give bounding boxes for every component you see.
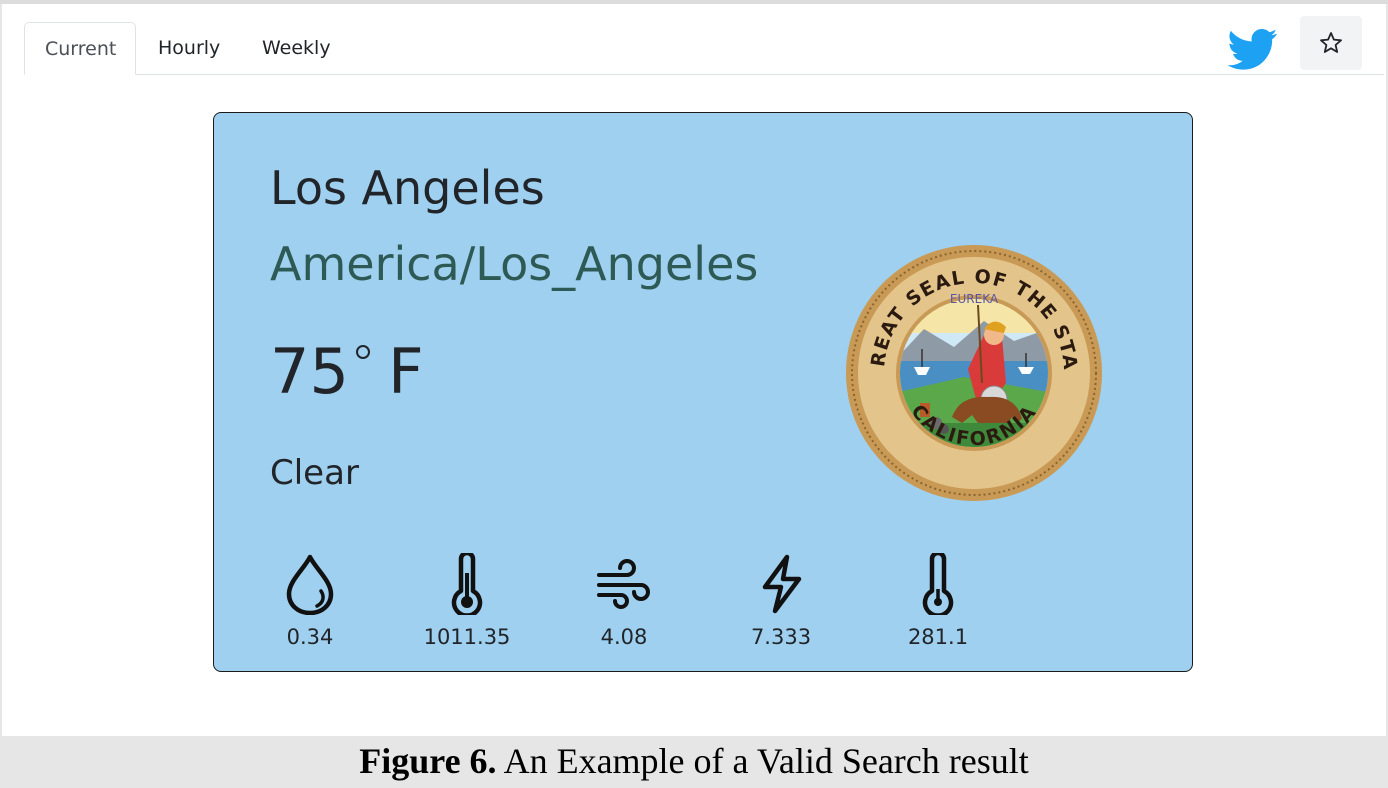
pressure-thermometer-icon bbox=[451, 553, 483, 615]
favorite-button[interactable] bbox=[1300, 16, 1362, 70]
twitter-share-button[interactable] bbox=[1227, 24, 1278, 74]
metric-pressure: 1011.35 bbox=[407, 553, 527, 653]
degree-symbol bbox=[356, 345, 370, 359]
pressure-value: 1011.35 bbox=[423, 625, 511, 649]
ozone-thermometer-icon bbox=[922, 553, 954, 615]
wind-icon bbox=[597, 559, 650, 609]
wind-value: 4.08 bbox=[600, 625, 648, 649]
metric-humidity: 0.34 bbox=[250, 553, 370, 653]
visibility-bolt-icon bbox=[762, 554, 802, 614]
metric-ozone: 281.1 bbox=[878, 553, 998, 653]
temperature-unit-group: F bbox=[352, 335, 442, 419]
weather-summary: Clear bbox=[270, 453, 359, 493]
metric-visibility: 7.333 bbox=[721, 553, 841, 653]
star-outline-icon bbox=[1320, 32, 1342, 53]
tab-bar: Current Hourly Weekly bbox=[24, 22, 1384, 75]
weather-card: Los Angeles America/Los_Angeles 75 F Cle… bbox=[213, 112, 1193, 672]
tab-current[interactable]: Current bbox=[24, 22, 136, 75]
app-frame: Current Hourly Weekly Los Angeles Americ… bbox=[2, 4, 1386, 736]
tab-weekly[interactable]: Weekly bbox=[242, 22, 352, 74]
figure-caption-text: An Example of a Valid Search result bbox=[496, 741, 1029, 781]
seal-motto: EUREKA bbox=[950, 292, 999, 306]
california-state-seal: EUREKA THE GREAT SEAL OF THE STATE OF CA… bbox=[844, 243, 1102, 501]
figure-caption-label: Figure 6. bbox=[359, 741, 497, 781]
ozone-value: 281.1 bbox=[907, 625, 969, 649]
twitter-bird-icon bbox=[1227, 29, 1278, 70]
timezone-label: America/Los_Angeles bbox=[270, 237, 759, 291]
visibility-value: 7.333 bbox=[750, 625, 812, 649]
metric-wind: 4.08 bbox=[564, 553, 684, 653]
city-name: Los Angeles bbox=[270, 161, 545, 215]
temperature-value: 75 bbox=[270, 335, 349, 408]
humidity-value: 0.34 bbox=[286, 625, 334, 649]
tab-hourly[interactable]: Hourly bbox=[138, 22, 240, 74]
figure-caption: Figure 6. An Example of a Valid Search r… bbox=[0, 736, 1388, 788]
temperature-unit: F bbox=[388, 335, 424, 408]
humidity-drop-icon bbox=[286, 554, 334, 615]
